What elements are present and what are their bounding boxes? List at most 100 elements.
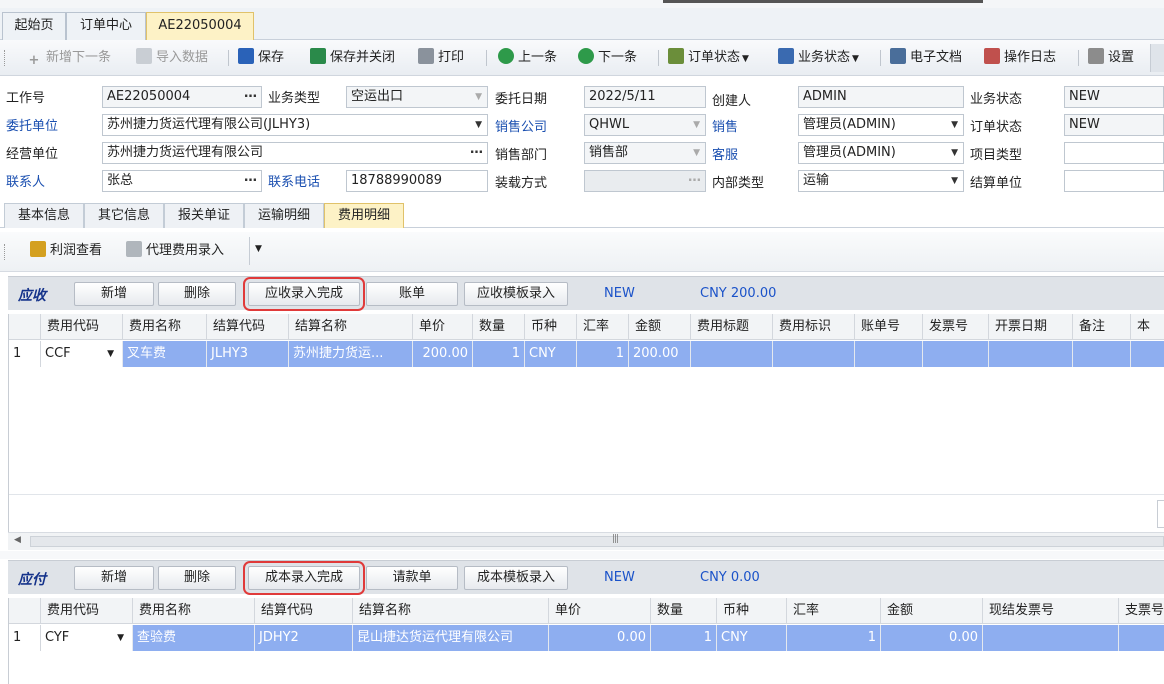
business-type-field[interactable]: 空运出口 ▼: [346, 86, 488, 108]
price-cell[interactable]: 0.00: [549, 625, 651, 651]
column-header[interactable]: 备注: [1073, 314, 1131, 340]
column-header[interactable]: 支票号: [1119, 598, 1164, 624]
agent-fee-button[interactable]: 代理费用录入: [126, 240, 224, 262]
order-status-dropdown[interactable]: 订单状态 ▼: [668, 47, 749, 69]
tab-customs-docs[interactable]: 报关单证: [164, 203, 244, 228]
new-next-button[interactable]: + 新增下一条: [26, 47, 111, 69]
currency-cell[interactable]: CNY: [717, 625, 787, 651]
currency-cell[interactable]: CNY: [525, 341, 577, 367]
profit-view-button[interactable]: 利润查看: [30, 240, 102, 262]
column-header[interactable]: 开票日期: [989, 314, 1073, 340]
price-cell[interactable]: 200.00: [413, 341, 473, 367]
tab-fee-details[interactable]: 费用明细: [324, 203, 404, 228]
settle-name-cell[interactable]: 昆山捷达货运代理有限公司: [353, 625, 549, 651]
phone-field[interactable]: 18788990089: [346, 170, 488, 192]
project-type-field[interactable]: [1064, 142, 1164, 164]
settle-unit-field[interactable]: [1064, 170, 1164, 192]
settings-button[interactable]: 设置: [1088, 47, 1134, 69]
contact-label[interactable]: 联系人: [6, 173, 45, 193]
op-log-button[interactable]: 操作日志: [984, 47, 1056, 69]
column-header[interactable]: 费用代码: [41, 598, 133, 624]
scrollbar-thumb[interactable]: [30, 536, 1164, 547]
print-button[interactable]: 打印: [418, 47, 464, 69]
fee-name-cell[interactable]: 查验费: [133, 625, 255, 651]
column-header[interactable]: 本: [1131, 314, 1164, 340]
entrust-date-field[interactable]: 2022/5/11: [584, 86, 706, 108]
column-header[interactable]: 汇率: [577, 314, 629, 340]
tab-transport-details[interactable]: 运输明细: [244, 203, 324, 228]
business-status-field[interactable]: NEW: [1064, 86, 1164, 108]
phone-label[interactable]: 联系电话: [268, 173, 320, 193]
rate-cell[interactable]: 1: [577, 341, 629, 367]
save-close-button[interactable]: 保存并关闭: [310, 47, 395, 69]
toolbar-overflow-button[interactable]: [1150, 44, 1164, 72]
tab-ae22050004[interactable]: AE22050004: [146, 12, 254, 40]
agent-fee-dropdown[interactable]: ▼: [249, 237, 265, 265]
next-record-button[interactable]: 下一条: [578, 47, 637, 69]
service-field[interactable]: 管理员(ADMIN) ▼: [798, 142, 964, 164]
bill-no-cell[interactable]: [855, 341, 923, 367]
service-label[interactable]: 客服: [712, 146, 738, 166]
invoice-no-cell[interactable]: [923, 341, 989, 367]
sales-label[interactable]: 销售: [712, 118, 738, 138]
fee-code-cell[interactable]: CCF ▼: [41, 341, 123, 367]
column-header[interactable]: 结算代码: [255, 598, 353, 624]
sales-company-label[interactable]: 销售公司: [495, 118, 547, 138]
amount-cell[interactable]: 200.00: [629, 341, 691, 367]
extra-cell[interactable]: [1131, 341, 1164, 367]
column-header[interactable]: 结算名称: [289, 314, 413, 340]
column-header[interactable]: 单价: [549, 598, 651, 624]
operator-unit-field[interactable]: 苏州捷力货运代理有限公司…: [102, 142, 488, 164]
column-header[interactable]: 结算代码: [207, 314, 289, 340]
column-header[interactable]: 结算名称: [353, 598, 549, 624]
table-row[interactable]: 1 CCF ▼ 叉车费 JLHY3 苏州捷力货运... 200.00 1 CNY …: [9, 341, 1164, 367]
qty-cell[interactable]: 1: [473, 341, 525, 367]
creator-field[interactable]: ADMIN: [798, 86, 964, 108]
internal-type-field[interactable]: 运输 ▼: [798, 170, 964, 192]
receivable-delete-button[interactable]: 删除: [158, 282, 236, 306]
fee-code-cell[interactable]: CYF ▼: [41, 625, 133, 651]
column-header[interactable]: 账单号: [855, 314, 923, 340]
fee-flag-cell[interactable]: [773, 341, 855, 367]
table-row[interactable]: 1 CYF ▼ 查验费 JDHY2 昆山捷达货运代理有限公司 0.00 1 CNY…: [9, 625, 1164, 651]
fee-title-cell[interactable]: [691, 341, 773, 367]
column-header[interactable]: 现结发票号: [983, 598, 1119, 624]
tab-other-info[interactable]: 其它信息: [84, 203, 164, 228]
business-status-dropdown[interactable]: 业务状态 ▼: [778, 47, 859, 69]
column-header[interactable]: 数量: [473, 314, 525, 340]
column-header[interactable]: 数量: [651, 598, 717, 624]
ellipsis-icon[interactable]: …: [470, 143, 483, 160]
contact-field[interactable]: 张总…: [102, 170, 262, 192]
save-button[interactable]: 保存: [238, 47, 284, 69]
client-label[interactable]: 委托单位: [6, 117, 58, 137]
sales-dept-field[interactable]: 销售部 ▼: [584, 142, 706, 164]
invoice-date-cell[interactable]: [989, 341, 1073, 367]
ellipsis-icon[interactable]: …: [244, 171, 257, 188]
settle-name-cell[interactable]: 苏州捷力货运...: [289, 341, 413, 367]
client-field[interactable]: 苏州捷力货运代理有限公司(JLHY3) ▼: [102, 114, 488, 136]
column-header[interactable]: 币种: [525, 314, 577, 340]
receivable-template-button[interactable]: 应收模板录入: [464, 282, 568, 306]
bill-button[interactable]: 账单: [366, 282, 458, 306]
sales-field[interactable]: 管理员(ADMIN) ▼: [798, 114, 964, 136]
prev-record-button[interactable]: 上一条: [498, 47, 557, 69]
column-header[interactable]: 金额: [881, 598, 983, 624]
column-header[interactable]: 币种: [717, 598, 787, 624]
fee-name-cell[interactable]: 叉车费: [123, 341, 207, 367]
payable-delete-button[interactable]: 删除: [158, 566, 236, 590]
order-status-field[interactable]: NEW: [1064, 114, 1164, 136]
scroll-left-icon[interactable]: ◀: [14, 535, 21, 545]
import-data-button[interactable]: 导入数据: [136, 47, 208, 69]
remark-cell[interactable]: [1073, 341, 1131, 367]
tab-start-page[interactable]: 起始页: [2, 12, 66, 40]
tab-basic-info[interactable]: 基本信息: [4, 203, 84, 228]
receivable-horizontal-scrollbar[interactable]: ◀ |||: [8, 532, 1164, 550]
column-header[interactable]: 费用标识: [773, 314, 855, 340]
settle-code-cell[interactable]: JLHY3: [207, 341, 289, 367]
settle-code-cell[interactable]: JDHY2: [255, 625, 353, 651]
splitter[interactable]: [0, 551, 1164, 559]
cost-template-button[interactable]: 成本模板录入: [464, 566, 568, 590]
column-header[interactable]: 发票号: [923, 314, 989, 340]
tab-order-center[interactable]: 订单中心: [66, 12, 146, 40]
receivable-complete-button[interactable]: 应收录入完成: [243, 277, 365, 311]
